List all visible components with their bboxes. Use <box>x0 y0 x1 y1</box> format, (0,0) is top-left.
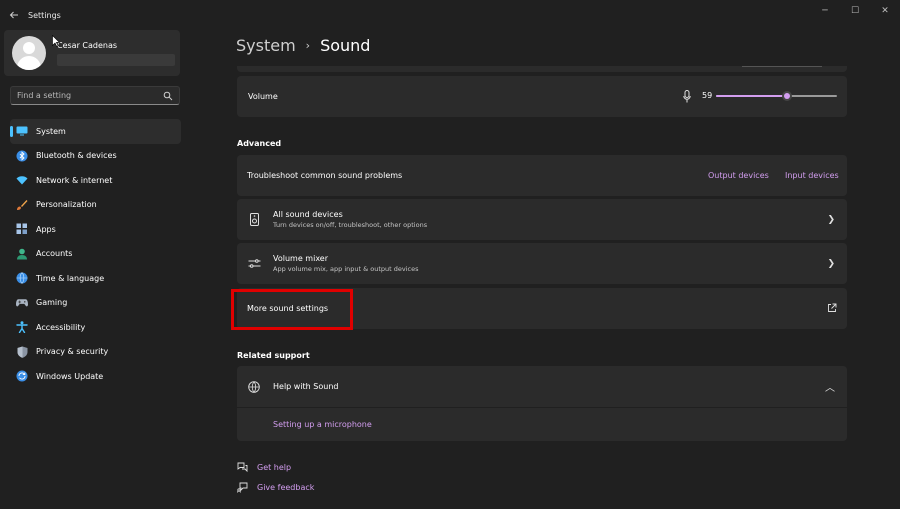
search-icon[interactable] <box>163 91 173 101</box>
sidebar-item-apps[interactable]: Apps <box>10 217 181 242</box>
back-arrow-icon[interactable] <box>0 0 28 30</box>
window-title: Settings <box>28 10 61 20</box>
help-with-sound-label: Help with Sound <box>273 382 339 391</box>
maximize-button[interactable]: ☐ <box>840 0 870 22</box>
sidebar-item-privacy-security[interactable]: Privacy & security <box>10 340 181 365</box>
troubleshoot-row: Troubleshoot common sound problems Outpu… <box>237 155 847 196</box>
more-sound-settings-row[interactable]: More sound settings <box>237 288 847 329</box>
troubleshoot-label: Troubleshoot common sound problems <box>247 171 403 180</box>
sidebar-item-label: Accessibility <box>36 322 86 332</box>
chevron-up-icon[interactable]: ︿ <box>825 379 835 394</box>
sidebar-item-windows-update[interactable]: Windows Update <box>10 364 181 389</box>
window-controls: ─ ☐ ✕ <box>810 0 900 22</box>
avatar <box>12 36 46 70</box>
feedback-icon <box>237 482 248 493</box>
external-link-icon <box>828 303 837 312</box>
bluetooth-icon <box>16 150 28 162</box>
close-button[interactable]: ✕ <box>870 0 900 22</box>
breadcrumb-separator-icon: › <box>305 39 311 52</box>
volume-mixer-label: Volume mixer <box>273 254 329 263</box>
setting-up-microphone-link[interactable]: Setting up a microphone <box>273 420 372 429</box>
shield-icon <box>16 346 28 358</box>
accessibility-icon <box>16 321 28 334</box>
search-input[interactable] <box>17 91 157 100</box>
globe-icon <box>247 380 261 394</box>
input-devices-link[interactable]: Input devices <box>785 171 839 180</box>
wifi-icon <box>16 174 28 186</box>
sidebar-item-label: Network & internet <box>36 175 113 185</box>
sidebar-item-gaming[interactable]: Gaming <box>10 291 181 316</box>
sidebar-item-bluetooth[interactable]: Bluetooth & devices <box>10 144 181 169</box>
volume-slider-thumb[interactable] <box>782 91 793 101</box>
sidebar-item-label: Accounts <box>36 249 73 259</box>
sidebar-item-label: System <box>36 126 66 136</box>
sidebar-item-network[interactable]: Network & internet <box>10 168 181 193</box>
more-sound-settings-label: More sound settings <box>247 304 329 313</box>
apps-grid-icon <box>16 223 28 235</box>
monitor-icon <box>16 125 28 137</box>
all-sound-devices-label: All sound devices <box>273 210 343 219</box>
microphone-icon[interactable] <box>683 90 691 103</box>
page-title: Sound <box>320 36 371 55</box>
volume-row: Volume 59 <box>237 76 847 117</box>
sidebar-item-label: Time & language <box>36 273 105 283</box>
sidebar-item-label: Bluetooth & devices <box>36 151 117 161</box>
sidebar-item-personalization[interactable]: Personalization <box>10 193 181 218</box>
search-box <box>10 86 180 105</box>
advanced-heading: Advanced <box>237 139 282 148</box>
gamepad-icon <box>16 297 28 309</box>
globe-clock-icon <box>16 272 28 284</box>
help-chat-icon <box>237 462 248 473</box>
title-bar: Settings ─ ☐ ✕ <box>0 0 900 30</box>
update-icon <box>16 370 28 382</box>
chevron-right-icon: ❯ <box>827 258 835 269</box>
get-help-label: Get help <box>257 463 292 472</box>
output-devices-link[interactable]: Output devices <box>708 171 769 180</box>
speaker-icon <box>247 213 261 227</box>
previous-card-partial <box>237 66 847 72</box>
volume-label: Volume <box>248 92 278 101</box>
breadcrumb-parent[interactable]: System <box>236 36 296 55</box>
related-support-heading: Related support <box>237 351 310 360</box>
breadcrumb: System › Sound <box>236 36 370 55</box>
person-icon <box>16 248 28 260</box>
profile-email-redacted <box>57 53 175 66</box>
volume-value: 59 <box>702 91 713 100</box>
volume-slider-fill <box>716 95 788 97</box>
all-sound-devices-description: Turn devices on/off, troubleshoot, other… <box>273 221 428 229</box>
minimize-button[interactable]: ─ <box>810 0 840 22</box>
give-feedback-label: Give feedback <box>257 483 315 492</box>
help-with-sound-expanded: Setting up a microphone <box>237 408 847 441</box>
get-help-link[interactable]: Get help <box>237 462 291 473</box>
sidebar-item-label: Windows Update <box>36 371 104 381</box>
mouse-cursor-icon <box>52 35 60 47</box>
profile-name: Cesar Cadenas <box>57 40 118 50</box>
sidebar-item-label: Apps <box>36 224 56 234</box>
sidebar-item-time-language[interactable]: Time & language <box>10 266 181 291</box>
volume-mixer-description: App volume mix, app input & output devic… <box>273 265 419 273</box>
sidebar-item-label: Gaming <box>36 298 68 308</box>
give-feedback-link[interactable]: Give feedback <box>237 482 314 493</box>
sidebar-item-label: Personalization <box>36 200 97 210</box>
sidebar-nav: System Bluetooth & devices Network & int… <box>10 119 181 389</box>
sidebar-item-system[interactable]: System <box>10 119 181 144</box>
volume-mixer-row[interactable]: Volume mixer App volume mix, app input &… <box>237 243 847 284</box>
all-sound-devices-row[interactable]: All sound devices Turn devices on/off, t… <box>237 199 847 240</box>
brush-icon <box>16 199 28 211</box>
profile-card[interactable]: Cesar Cadenas <box>4 30 180 76</box>
sidebar-item-accounts[interactable]: Accounts <box>10 242 181 267</box>
sidebar-item-accessibility[interactable]: Accessibility <box>10 315 181 340</box>
sidebar-item-label: Privacy & security <box>36 347 109 357</box>
chevron-right-icon: ❯ <box>827 214 835 225</box>
help-with-sound-row[interactable]: Help with Sound ︿ <box>237 366 847 407</box>
volume-slider[interactable] <box>716 91 837 101</box>
mixer-icon <box>247 257 261 271</box>
